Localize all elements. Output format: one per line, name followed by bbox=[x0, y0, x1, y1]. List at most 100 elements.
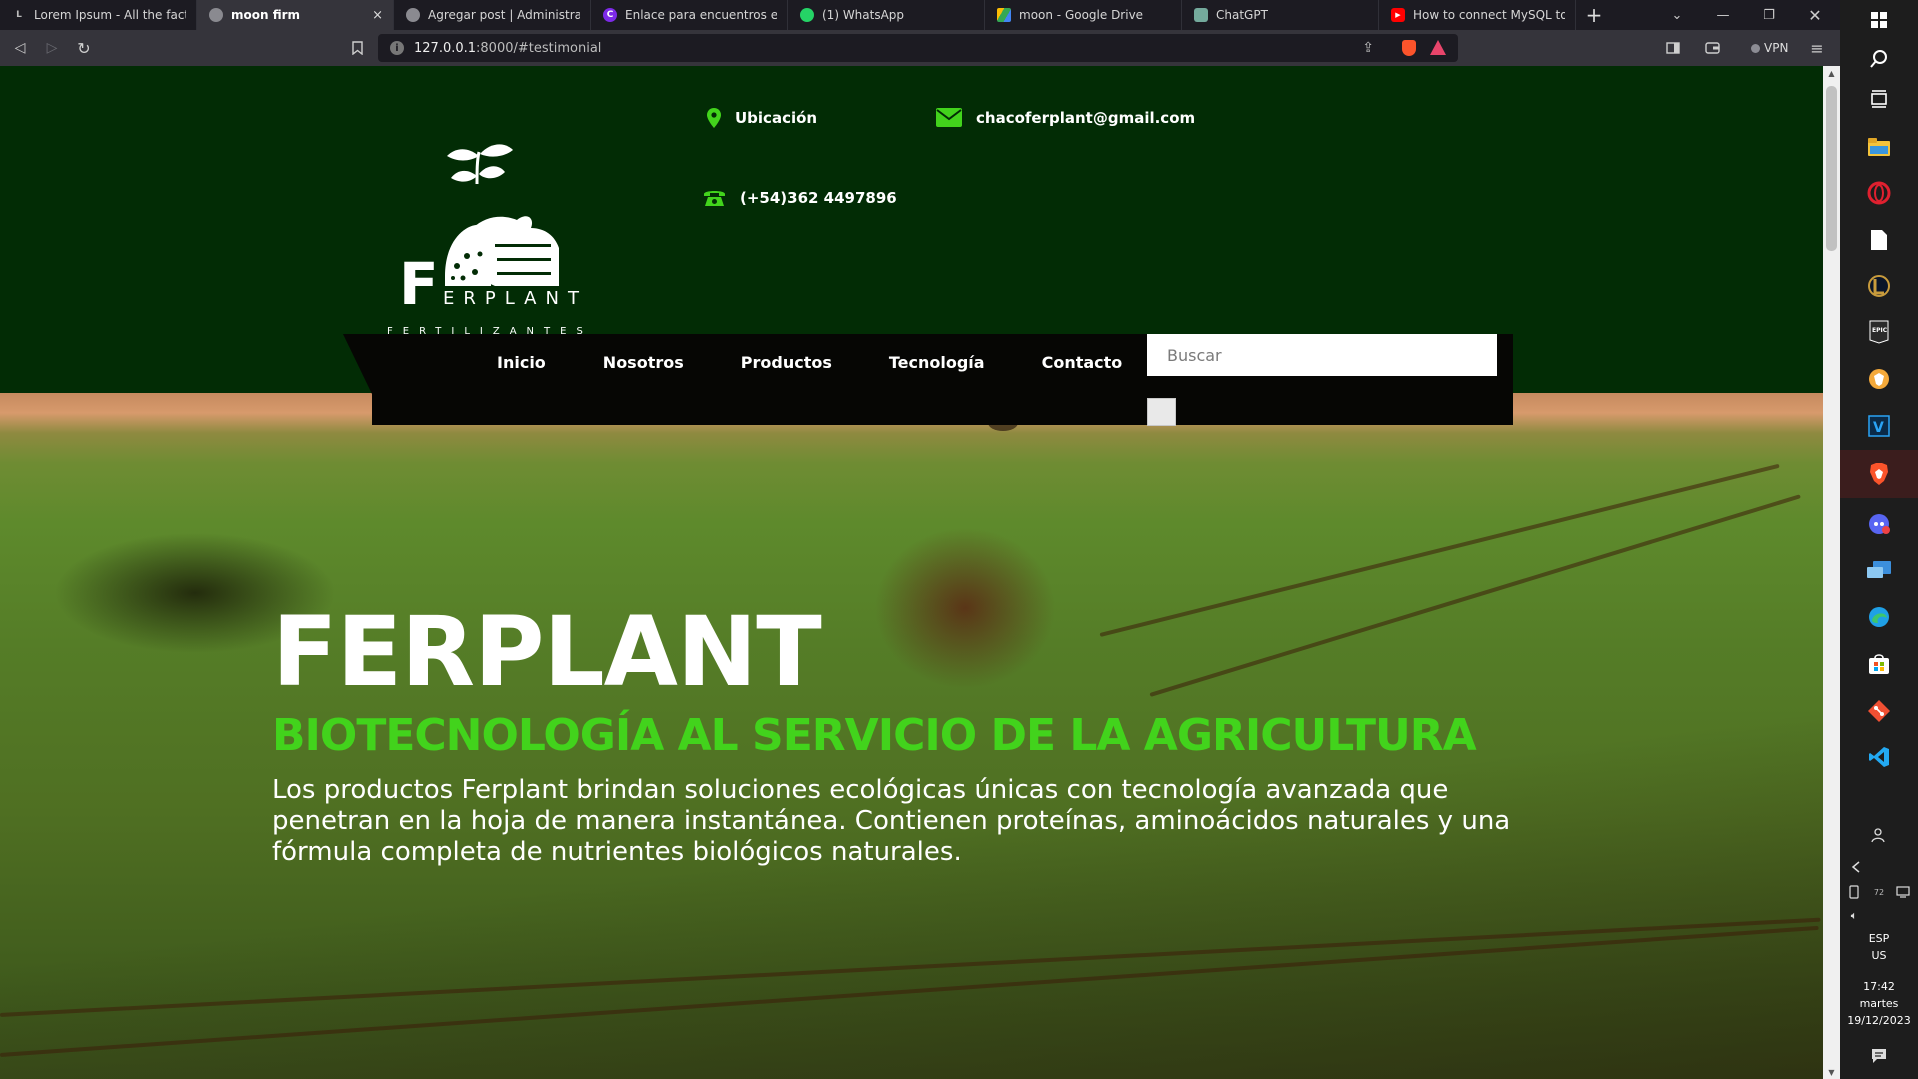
new-tab-button[interactable]: + bbox=[1576, 0, 1612, 30]
epic-games-icon[interactable]: EPIC bbox=[1863, 316, 1895, 348]
nav-link-nosotros[interactable]: Nosotros bbox=[603, 353, 684, 372]
nav-link-contacto[interactable]: Contacto bbox=[1042, 353, 1123, 372]
ferplant-logo[interactable]: F ERPLANT FERTILIZANTES bbox=[385, 116, 585, 356]
close-window-icon[interactable]: ✕ bbox=[1792, 0, 1838, 30]
url-host: 127.0.0.1 bbox=[414, 40, 477, 56]
logo-f-letter: F bbox=[399, 250, 439, 318]
logo-name: ERPLANT bbox=[443, 288, 585, 309]
telephone-icon bbox=[704, 191, 725, 206]
nav-link-inicio[interactable]: Inicio bbox=[497, 353, 546, 372]
document-icon[interactable] bbox=[1863, 224, 1895, 256]
vscode-insiders-icon[interactable]: V bbox=[1863, 410, 1895, 442]
main-navbar: Inicio Nosotros Productos Tecnología Con… bbox=[343, 334, 1513, 426]
email-info[interactable]: chacoferplant@gmail.com bbox=[936, 108, 1195, 127]
brave-shields-icon[interactable] bbox=[1402, 40, 1416, 56]
back-arrow-icon[interactable]: ◁ bbox=[10, 38, 30, 58]
browser-tab-whatsapp[interactable]: (1) WhatsApp bbox=[788, 0, 985, 30]
vpn-label: VPN bbox=[1764, 41, 1789, 55]
people-icon[interactable] bbox=[1863, 819, 1895, 851]
location-label: Ubicación bbox=[735, 109, 818, 127]
clock-date[interactable]: 19/12/2023 bbox=[1840, 1013, 1918, 1029]
address-bar[interactable]: i 127.0.0.1:8000/#testimonial ⇪ bbox=[378, 34, 1458, 62]
url-path: :8000/#testimonial bbox=[476, 40, 602, 56]
clock-day[interactable]: martes bbox=[1840, 996, 1918, 1012]
wallet-icon[interactable] bbox=[1702, 38, 1722, 58]
chatgpt-favicon-icon bbox=[1194, 8, 1208, 22]
field-furrow bbox=[0, 925, 1819, 1057]
browser-toolbar: ◁ ▷ ↻ i 127.0.0.1:8000/#testimonial ⇪ VP… bbox=[0, 30, 1840, 66]
scroll-up-arrow-icon[interactable]: ▲ bbox=[1823, 66, 1840, 80]
restore-window-icon[interactable]: ❐ bbox=[1746, 0, 1792, 30]
notifications-icon[interactable] bbox=[1863, 1040, 1895, 1072]
windows-start-icon[interactable] bbox=[1863, 4, 1895, 36]
browser-tab-admin[interactable]: Agregar post | Administración bbox=[394, 0, 591, 30]
forward-arrow-icon[interactable]: ▷ bbox=[42, 38, 62, 58]
network-icon[interactable] bbox=[1890, 876, 1916, 908]
minimize-window-icon[interactable]: — bbox=[1700, 0, 1746, 30]
weather-icon[interactable]: 72 bbox=[1865, 876, 1893, 908]
brave-taskbar-active-icon[interactable] bbox=[1840, 450, 1918, 498]
map-pin-icon bbox=[707, 108, 721, 128]
globe-favicon-icon bbox=[406, 8, 420, 22]
volume-icon[interactable]: 🔈︎ bbox=[1841, 900, 1867, 932]
microsoft-edge-icon[interactable] bbox=[1863, 601, 1895, 633]
hero-description: Los productos Ferplant brindan solucione… bbox=[272, 775, 1511, 867]
browser-tab-lorem-ipsum[interactable]: L Lorem Ipsum - All the facts - Li bbox=[0, 0, 197, 30]
email-address: chacoferplant@gmail.com bbox=[976, 108, 1196, 127]
league-of-legends-icon[interactable] bbox=[1863, 270, 1895, 302]
remote-desktop-icon[interactable] bbox=[1863, 555, 1895, 587]
brave-rewards-icon[interactable] bbox=[1430, 40, 1446, 55]
microsoft-store-icon[interactable] bbox=[1863, 648, 1895, 680]
weather-badge: 72 bbox=[1873, 887, 1885, 897]
whatsapp-favicon-icon bbox=[800, 8, 814, 22]
site-info-icon[interactable]: i bbox=[390, 41, 404, 55]
search-submit-button[interactable] bbox=[1147, 398, 1176, 426]
clock-time[interactable]: 17:42 bbox=[1840, 979, 1918, 995]
discord-icon[interactable] bbox=[1863, 508, 1895, 540]
page-scrollbar[interactable]: ▲ ▼ bbox=[1823, 66, 1840, 1079]
web-page: F ERPLANT FERTILIZANTES Ubicación chacof… bbox=[0, 66, 1823, 1079]
git-icon[interactable] bbox=[1863, 695, 1895, 727]
scrollbar-thumb[interactable] bbox=[1826, 86, 1837, 251]
visual-studio-code-icon[interactable] bbox=[1863, 741, 1895, 773]
sidebar-toggle-icon[interactable] bbox=[1663, 38, 1683, 58]
file-explorer-icon[interactable] bbox=[1863, 131, 1895, 163]
menu-hamburger-icon[interactable]: ≡ bbox=[1807, 38, 1827, 58]
tab-title: ChatGPT bbox=[1216, 8, 1268, 22]
tab-title: Agregar post | Administración bbox=[428, 8, 580, 22]
brave-browser-icon[interactable] bbox=[1863, 363, 1895, 395]
search-input[interactable] bbox=[1147, 334, 1497, 376]
tab-title: How to connect MySQL to Django bbox=[1413, 8, 1565, 22]
location-info[interactable]: Ubicación bbox=[707, 108, 817, 128]
scroll-down-arrow-icon[interactable]: ▼ bbox=[1823, 1065, 1840, 1079]
canva-favicon-icon: C bbox=[603, 8, 617, 22]
hero-content: FERPLANT BIOTECNOLOGÍA AL SERVICIO DE LA… bbox=[272, 596, 1572, 868]
phone-info[interactable]: (+54)362 4497896 bbox=[703, 189, 897, 207]
browser-tab-google-drive[interactable]: moon - Google Drive bbox=[985, 0, 1182, 30]
envelope-icon bbox=[936, 108, 962, 127]
browser-tab-moon-firm[interactable]: moon firm × bbox=[197, 0, 394, 30]
svg-text:EPIC: EPIC bbox=[1872, 327, 1888, 334]
reload-icon[interactable]: ↻ bbox=[74, 38, 94, 58]
input-language[interactable]: ESP bbox=[1840, 931, 1918, 947]
windows-taskbar: EPIC V 72 🔈︎ ESP US 17:42 martes 19/12/2… bbox=[1840, 0, 1918, 1079]
task-view-icon[interactable] bbox=[1863, 83, 1895, 115]
search-icon[interactable] bbox=[1863, 43, 1895, 75]
browser-tab-youtube[interactable]: ▶ How to connect MySQL to Django bbox=[1379, 0, 1576, 30]
browser-tab-canva[interactable]: C Enlace para encuentros en vivo bbox=[591, 0, 788, 30]
hero-title: FERPLANT bbox=[272, 596, 822, 708]
tab-list-chevron-icon[interactable]: ⌄ bbox=[1654, 0, 1700, 30]
vpn-button[interactable]: VPN bbox=[1745, 38, 1794, 58]
share-icon[interactable]: ⇪ bbox=[1362, 40, 1374, 56]
close-tab-icon[interactable]: × bbox=[372, 8, 383, 23]
nav-link-tecnologia[interactable]: Tecnología bbox=[889, 353, 985, 372]
bookmark-icon[interactable] bbox=[347, 38, 367, 58]
nav-link-productos[interactable]: Productos bbox=[741, 353, 832, 372]
tab-title: Lorem Ipsum - All the facts - Li bbox=[34, 8, 186, 22]
nav-links: Inicio Nosotros Productos Tecnología Con… bbox=[497, 334, 1179, 391]
browser-tab-chatgpt[interactable]: ChatGPT bbox=[1182, 0, 1379, 30]
field-furrow bbox=[0, 917, 1821, 1017]
opera-icon[interactable] bbox=[1863, 177, 1895, 209]
keyboard-layout[interactable]: US bbox=[1840, 948, 1918, 964]
globe-favicon-icon bbox=[209, 8, 223, 22]
